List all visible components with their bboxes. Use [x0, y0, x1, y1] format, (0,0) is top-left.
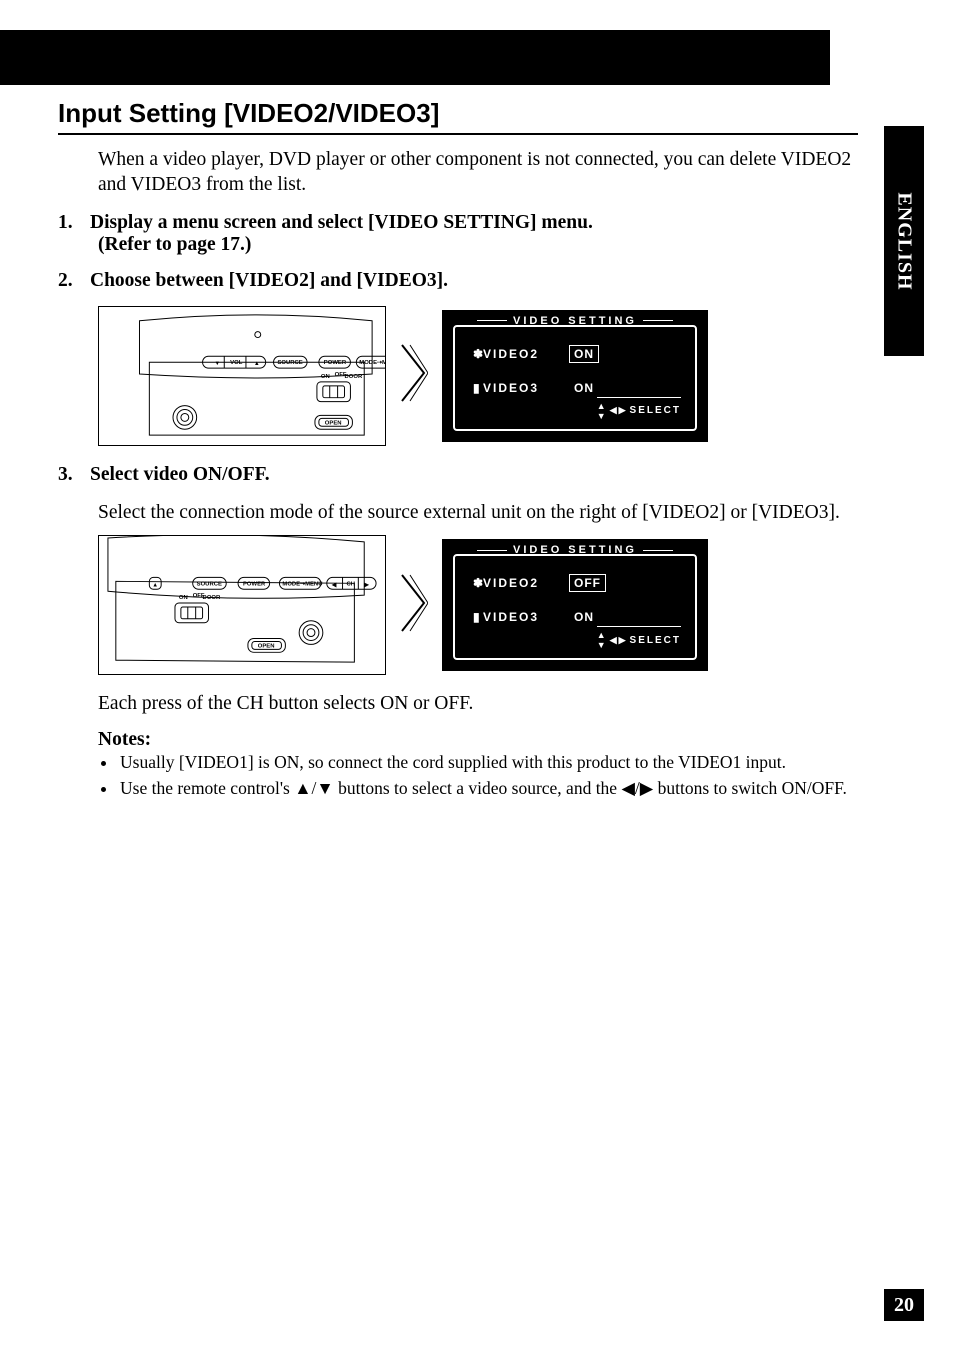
- select-label: SELECT: [630, 635, 681, 646]
- step-2: 2.Choose between [VIDEO2] and [VIDEO3].: [58, 270, 858, 292]
- section-heading: Input Setting [VIDEO2/VIDEO3]: [58, 98, 858, 135]
- osd-row-video2: ✽VIDEO2 ON: [473, 345, 599, 363]
- osd-select-hint: ▲▼ ◀▶ SELECT: [597, 397, 681, 421]
- osd-value: ON: [569, 379, 599, 397]
- row-marker-icon: ▮: [473, 381, 481, 395]
- select-label: SELECT: [630, 405, 681, 416]
- svg-text:SOURCE: SOURCE: [197, 581, 222, 587]
- osd-value: ON: [569, 345, 599, 363]
- svg-text:MODE⇢MENU: MODE⇢MENU: [282, 581, 322, 587]
- row-marker-icon: ✽: [473, 576, 481, 590]
- page-content: Input Setting [VIDEO2/VIDEO3] When a vid…: [58, 98, 858, 802]
- svg-text:▲: ▲: [254, 361, 260, 367]
- svg-text:SOURCE: SOURCE: [277, 360, 302, 366]
- language-tab-text: ENGLISH: [893, 192, 916, 290]
- step-1-number: 1.: [58, 212, 90, 234]
- step-3: 3.Select video ON/OFF.: [58, 464, 858, 486]
- step-1-subtext: (Refer to page 17.): [98, 234, 858, 256]
- svg-text:DOOR: DOOR: [345, 374, 363, 380]
- language-tab: ENGLISH: [884, 126, 924, 356]
- updown-icon: ▲▼: [597, 630, 608, 650]
- step-2-number: 2.: [58, 270, 90, 292]
- osd-screen-1: VIDEO SETTING ✽VIDEO2 ON ▮VIDEO3 ON ▲▼ ◀…: [442, 310, 708, 442]
- osd-frame: ✽VIDEO2 OFF ▮VIDEO3 ON ▲▼ ◀▶ SELECT: [453, 554, 697, 660]
- after-figure-text: Each press of the CH button selects ON o…: [98, 693, 858, 715]
- svg-text:OPEN: OPEN: [258, 643, 275, 649]
- step-1: 1.Display a menu screen and select [VIDE…: [58, 212, 858, 256]
- svg-text:CH: CH: [346, 581, 355, 587]
- note2-part1: Use the remote control's: [120, 778, 294, 798]
- osd-value: ON: [569, 608, 599, 626]
- note-item-2: Use the remote control's ▲/▼ buttons to …: [118, 777, 858, 801]
- svg-text:POWER: POWER: [243, 581, 266, 587]
- note2-part3: buttons to switch ON/OFF.: [653, 778, 847, 798]
- triangle-down-icon: ▼: [316, 778, 333, 798]
- osd-row-video2: ✽VIDEO2 OFF: [473, 574, 606, 592]
- step-2-text: Choose between [VIDEO2] and [VIDEO3].: [90, 270, 448, 291]
- page-number: 20: [884, 1289, 924, 1321]
- svg-text:OPEN: OPEN: [325, 420, 342, 426]
- osd-select-hint: ▲▼ ◀▶ SELECT: [597, 626, 681, 650]
- step-3-number: 3.: [58, 464, 90, 486]
- svg-text:ON: ON: [179, 595, 188, 601]
- row-marker-icon: ▮: [473, 610, 481, 624]
- leftright-icon: ◀▶: [610, 635, 628, 646]
- head-unit-illustration-1: ▼ VOL ▲ SOURCE POWER MODE⇢MENU ON OFF DO…: [98, 306, 386, 446]
- svg-text:DOOR: DOOR: [203, 595, 221, 601]
- note2-part2: buttons to select a video source, and th…: [334, 778, 622, 798]
- osd-label: VIDEO3: [483, 381, 539, 395]
- svg-text:▼: ▼: [214, 361, 220, 367]
- row-marker-icon: ✽: [473, 347, 481, 361]
- svg-text:VOL: VOL: [230, 360, 243, 366]
- osd-screen-2: VIDEO SETTING ✽VIDEO2 OFF ▮VIDEO3 ON ▲▼ …: [442, 539, 708, 671]
- svg-text:MODE⇢MENU: MODE⇢MENU: [359, 360, 385, 366]
- step-1-text: Display a menu screen and select [VIDEO …: [90, 212, 593, 233]
- arrow-icon: [400, 343, 428, 408]
- arrow-icon: [400, 573, 428, 638]
- notes-heading: Notes:: [98, 729, 858, 751]
- svg-text:POWER: POWER: [324, 360, 347, 366]
- figure-row-2: ▲ SOURCE POWER MODE⇢MENU ◀ CH ▶ ON OFF D…: [98, 535, 858, 675]
- head-unit-illustration-2: ▲ SOURCE POWER MODE⇢MENU ◀ CH ▶ ON OFF D…: [98, 535, 386, 675]
- osd-row-video3: ▮VIDEO3 ON: [473, 379, 599, 397]
- updown-icon: ▲▼: [597, 401, 608, 421]
- note-item-1: Usually [VIDEO1] is ON, so connect the c…: [118, 751, 858, 775]
- osd-row-video3: ▮VIDEO3 ON: [473, 608, 599, 626]
- osd-label: VIDEO3: [483, 610, 539, 624]
- leftright-icon: ◀▶: [610, 405, 628, 416]
- osd-label: VIDEO2: [483, 576, 539, 590]
- notes-list: Usually [VIDEO1] is ON, so connect the c…: [118, 751, 858, 800]
- osd-value: OFF: [569, 574, 606, 592]
- svg-text:▶: ▶: [363, 581, 369, 588]
- osd-frame: ✽VIDEO2 ON ▮VIDEO3 ON ▲▼ ◀▶ SELECT: [453, 325, 697, 431]
- triangle-up-icon: ▲: [294, 778, 311, 798]
- svg-text:◀: ◀: [331, 581, 337, 588]
- figure-row-1: ▼ VOL ▲ SOURCE POWER MODE⇢MENU ON OFF DO…: [98, 306, 858, 446]
- step-3-text: Select video ON/OFF.: [90, 464, 270, 485]
- svg-text:ON: ON: [321, 374, 330, 380]
- intro-paragraph: When a video player, DVD player or other…: [98, 147, 858, 198]
- step-3-body: Select the connection mode of the source…: [98, 500, 858, 525]
- triangle-left-icon: ◀: [621, 778, 634, 798]
- triangle-right-icon: ▶: [640, 778, 653, 798]
- svg-text:▲: ▲: [152, 582, 158, 588]
- osd-label: VIDEO2: [483, 347, 539, 361]
- header-black-bar: [0, 30, 830, 85]
